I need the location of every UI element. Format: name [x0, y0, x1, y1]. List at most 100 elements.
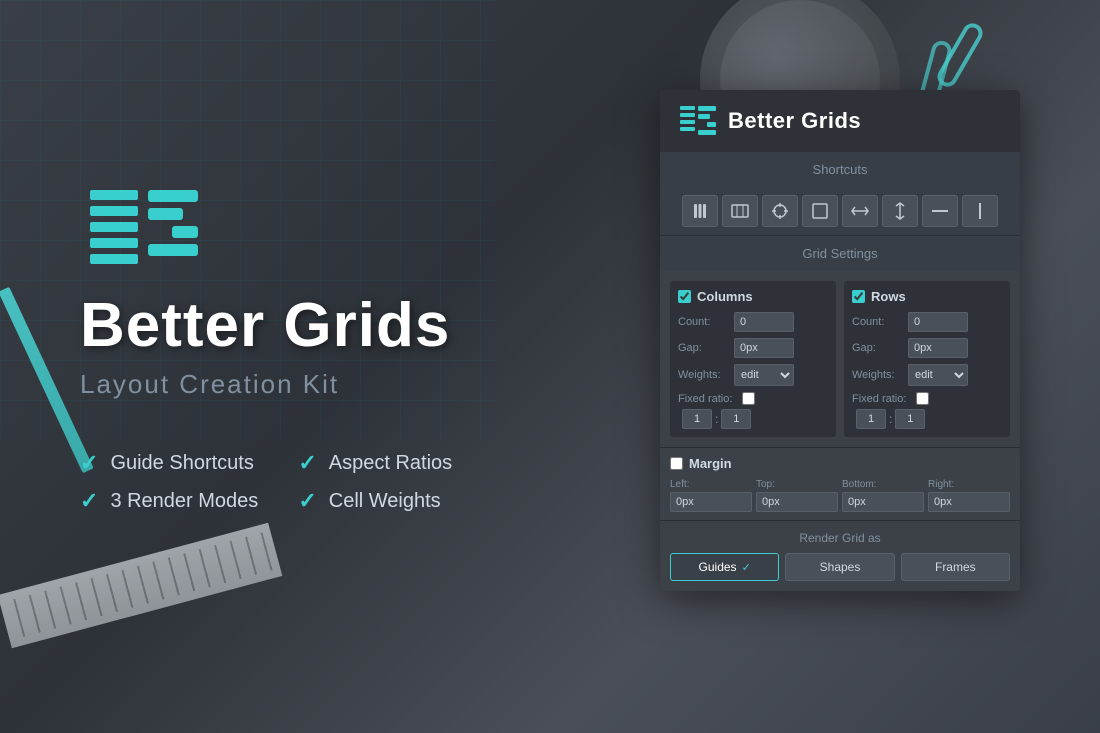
margin-left-input[interactable] [670, 492, 752, 512]
columns-label: Columns [697, 289, 753, 304]
margin-top-label: Top: [756, 479, 838, 490]
rows-weights-label: Weights: [852, 369, 904, 381]
columns-gap-input[interactable] [734, 338, 794, 358]
columns-rows-container: Columns Count: Gap: Weights: edit [670, 281, 1010, 437]
rows-gap-input[interactable] [908, 338, 968, 358]
feature-item-3: ✓ 3 Render Modes [80, 488, 258, 514]
feature-label-4: Cell Weights [329, 490, 441, 513]
check-icon-2: ✓ [298, 450, 316, 476]
shortcut-resize-v-btn[interactable] [882, 195, 918, 227]
shortcuts-row [660, 187, 1020, 236]
features-list: ✓ Guide Shortcuts ✓ Aspect Ratios ✓ 3 Re… [80, 450, 477, 514]
panel-title: Better Grids [728, 108, 861, 134]
margin-checkbox[interactable] [670, 457, 683, 470]
columns-checkbox[interactable] [678, 290, 691, 303]
columns-ratio-checkbox[interactable] [742, 392, 755, 405]
margin-right-input[interactable] [928, 492, 1010, 512]
columns-count-label: Count: [678, 316, 730, 328]
margin-header: Margin [670, 456, 1010, 471]
shortcut-line-btn[interactable] [962, 195, 998, 227]
feature-label-1: Guide Shortcuts [110, 452, 253, 475]
feature-label-3: 3 Render Modes [110, 490, 258, 513]
rows-ratio-sep: : [889, 412, 892, 426]
render-buttons: Guides ✓ Shapes Frames [670, 553, 1010, 581]
panel-header: Better Grids [660, 90, 1020, 152]
shortcut-column-btn[interactable] [682, 195, 718, 227]
shortcut-square-btn[interactable] [802, 195, 838, 227]
rows-section: Rows Count: Gap: Weights: edit F [844, 281, 1010, 437]
columns-header: Columns [678, 289, 828, 304]
render-shapes-btn[interactable]: Shapes [785, 553, 894, 581]
margin-top-field: Top: [756, 479, 838, 512]
columns-weights-select[interactable]: edit [734, 364, 794, 386]
rows-gap-label: Gap: [852, 342, 904, 354]
rows-header: Rows [852, 289, 1002, 304]
margin-left-field: Left: [670, 479, 752, 512]
margin-bottom-label: Bottom: [842, 479, 924, 490]
grid-settings-label: Grid Settings [660, 236, 1020, 271]
rows-count-row: Count: [852, 312, 1002, 332]
rows-ratio-val1[interactable] [856, 409, 886, 429]
left-content: Better Grids Layout Creation Kit ✓ Guide… [80, 180, 477, 514]
check-icon-3: ✓ [80, 488, 98, 514]
panel-logo-icon [680, 106, 716, 136]
columns-gap-row: Gap: [678, 338, 828, 358]
columns-ratio-val1[interactable] [682, 409, 712, 429]
render-shapes-label: Shapes [820, 560, 861, 574]
shortcut-resize-h-btn[interactable] [842, 195, 878, 227]
columns-ratio-inputs: : [682, 409, 828, 429]
columns-gap-label: Gap: [678, 342, 730, 354]
columns-section: Columns Count: Gap: Weights: edit [670, 281, 836, 437]
margin-left-label: Left: [670, 479, 752, 490]
feature-item-2: ✓ Aspect Ratios [298, 450, 476, 476]
grid-settings: Columns Count: Gap: Weights: edit [660, 271, 1020, 447]
rows-ratio-inputs: : [856, 409, 1002, 429]
rows-weights-select[interactable]: edit [908, 364, 968, 386]
margin-label: Margin [689, 456, 732, 471]
rows-ratio-label: Fixed ratio: [852, 393, 912, 405]
columns-ratio-val2[interactable] [721, 409, 751, 429]
check-icon-1: ✓ [80, 450, 98, 476]
feature-item-4: ✓ Cell Weights [298, 488, 476, 514]
margin-right-label: Right: [928, 479, 1010, 490]
rows-weights-row: Weights: edit [852, 364, 1002, 386]
render-frames-label: Frames [935, 560, 976, 574]
shortcuts-label: Shortcuts [660, 152, 1020, 187]
margin-right-field: Right: [928, 479, 1010, 512]
shortcut-minus-btn[interactable] [922, 195, 958, 227]
margin-section: Margin Left: Top: Bottom: Right: [660, 447, 1020, 520]
brand-subtitle: Layout Creation Kit [80, 369, 477, 400]
margin-bottom-input[interactable] [842, 492, 924, 512]
render-guides-btn[interactable]: Guides ✓ [670, 553, 779, 581]
rows-checkbox[interactable] [852, 290, 865, 303]
render-section: Render Grid as Guides ✓ Shapes Frames [660, 520, 1020, 591]
margin-top-input[interactable] [756, 492, 838, 512]
render-label: Render Grid as [670, 531, 1010, 545]
rows-label: Rows [871, 289, 906, 304]
shortcut-page-btn[interactable] [722, 195, 758, 227]
columns-count-input[interactable] [734, 312, 794, 332]
shortcut-crosshair-btn[interactable] [762, 195, 798, 227]
margin-fields: Left: Top: Bottom: Right: [670, 479, 1010, 512]
better-grids-panel: Better Grids Shortcuts Grid Settings [660, 90, 1020, 591]
columns-ratio-sep: : [715, 412, 718, 426]
rows-count-input[interactable] [908, 312, 968, 332]
feature-label-2: Aspect Ratios [329, 452, 452, 475]
columns-weights-label: Weights: [678, 369, 730, 381]
margin-bottom-field: Bottom: [842, 479, 924, 512]
rows-ratio-row: Fixed ratio: [852, 392, 1002, 405]
feature-item-1: ✓ Guide Shortcuts [80, 450, 258, 476]
check-icon-4: ✓ [298, 488, 316, 514]
render-guides-label: Guides [699, 560, 737, 574]
columns-weights-row: Weights: edit [678, 364, 828, 386]
render-guides-check: ✓ [742, 561, 751, 574]
columns-count-row: Count: [678, 312, 828, 332]
columns-ratio-row: Fixed ratio: [678, 392, 828, 405]
render-frames-btn[interactable]: Frames [901, 553, 1010, 581]
rows-ratio-val2[interactable] [895, 409, 925, 429]
logo-icon [80, 180, 200, 280]
columns-ratio-label: Fixed ratio: [678, 393, 738, 405]
rows-ratio-checkbox[interactable] [916, 392, 929, 405]
rows-count-label: Count: [852, 316, 904, 328]
rows-gap-row: Gap: [852, 338, 1002, 358]
